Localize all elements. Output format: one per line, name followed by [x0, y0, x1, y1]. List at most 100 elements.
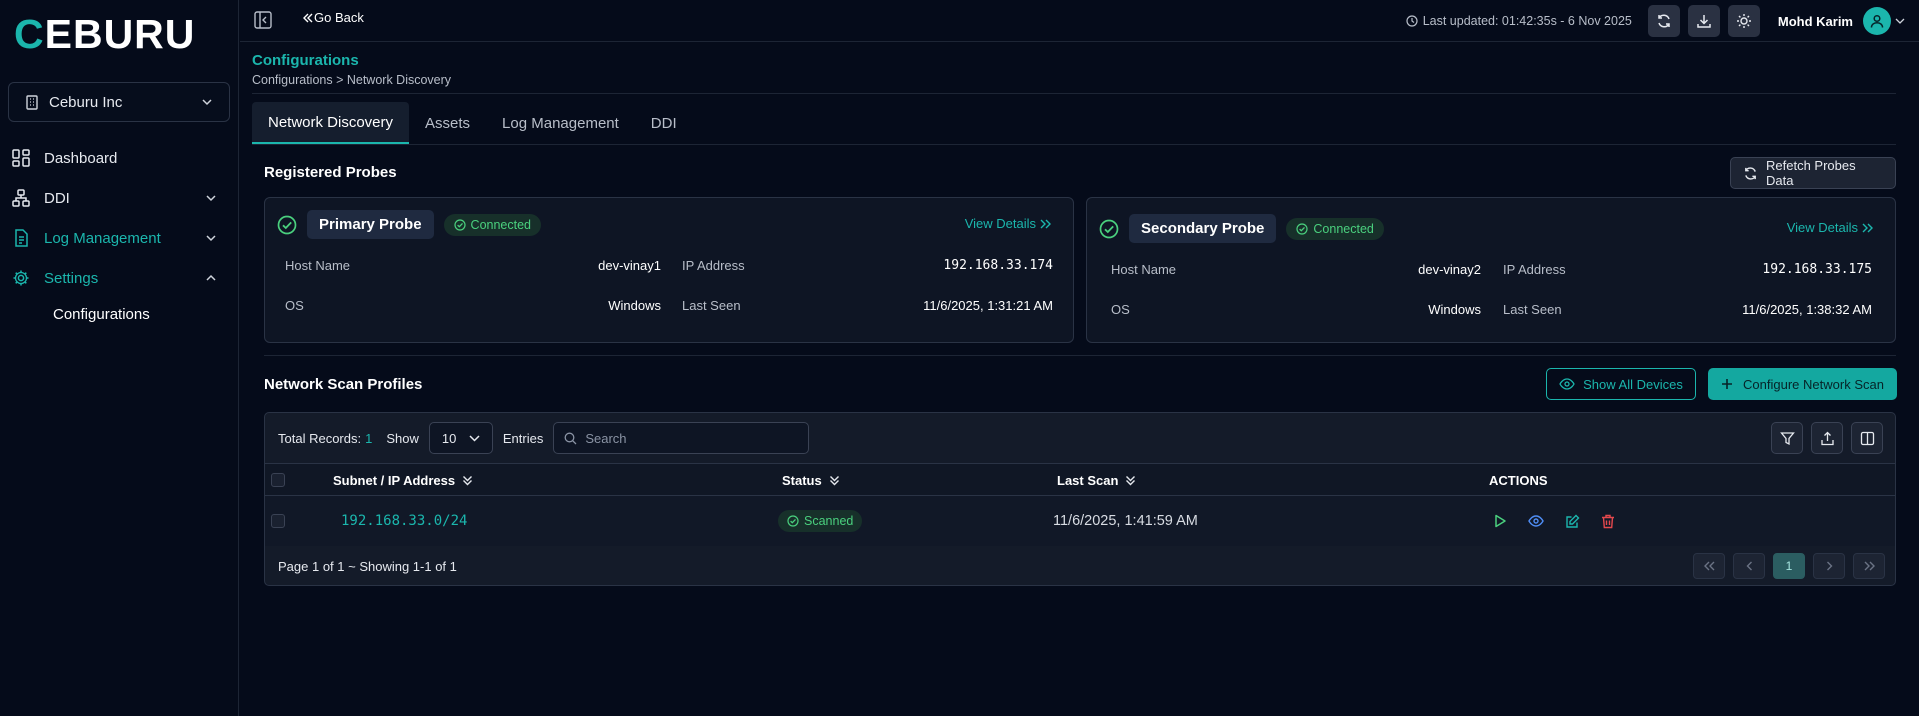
- status-text: Connected: [1313, 221, 1374, 236]
- page-size-select[interactable]: 10: [428, 422, 493, 454]
- chevron-up-icon: [205, 274, 217, 282]
- avatar: [1863, 7, 1891, 35]
- export-button[interactable]: [1811, 422, 1843, 454]
- os-value: Windows: [608, 298, 661, 313]
- organization-select[interactable]: Ceburu Inc: [8, 82, 230, 122]
- scan-profiles-table: Total Records: 1 Show 10 Entries Search …: [264, 412, 1896, 586]
- search-input[interactable]: [585, 430, 786, 446]
- chevron-down-icon: [201, 98, 213, 106]
- os-value: Windows: [1428, 302, 1481, 317]
- ceburu-logo[interactable]: CEBURU: [14, 11, 196, 57]
- chevrons-right-icon: [1864, 561, 1875, 571]
- trash-icon: [1601, 514, 1615, 529]
- first-page-button[interactable]: [1693, 553, 1725, 579]
- last-seen-label: Last Seen: [682, 298, 741, 313]
- logo-letter-c: C: [14, 11, 45, 57]
- row-select-cell: [271, 496, 285, 546]
- user-menu[interactable]: Mohd Karim: [1778, 7, 1905, 35]
- chevron-left-icon: [1746, 561, 1752, 571]
- registered-probes-title: Registered Probes: [264, 164, 397, 181]
- eye-icon: [1528, 515, 1544, 527]
- go-back-link[interactable]: Go Back: [302, 10, 364, 25]
- probe-header: Primary Probe Connected: [277, 210, 542, 239]
- network-scan-profiles-title: Network Scan Profiles: [264, 376, 423, 393]
- last-seen-value: 11/6/2025, 1:31:21 AM: [923, 298, 1053, 313]
- sidebar-item-ddi[interactable]: DDI: [0, 178, 239, 218]
- row-checkbox[interactable]: [271, 514, 285, 528]
- status-badge: Connected: [1286, 217, 1384, 240]
- divider: [264, 355, 1896, 356]
- column-label: Last Scan: [1057, 472, 1119, 488]
- refresh-button[interactable]: [1647, 5, 1680, 37]
- last-scan-cell: 11/6/2025, 1:41:59 AM: [1053, 513, 1198, 529]
- delete-button[interactable]: [1596, 509, 1620, 533]
- edit-button[interactable]: [1560, 509, 1584, 533]
- download-button[interactable]: [1687, 5, 1720, 37]
- column-header-actions: ACTIONS: [1489, 464, 1548, 496]
- column-label: ACTIONS: [1489, 472, 1548, 488]
- subnet-cell[interactable]: 192.168.33.0/24: [341, 496, 467, 546]
- logo-text: EBURU: [44, 11, 196, 57]
- sort-icon: [829, 475, 839, 485]
- column-label: Status: [782, 472, 822, 488]
- actions-cell: [1488, 496, 1632, 546]
- last-seen-value: 11/6/2025, 1:38:32 AM: [1742, 302, 1872, 317]
- column-header-last-scan[interactable]: Last Scan: [1057, 464, 1136, 496]
- last-page-button[interactable]: [1853, 553, 1885, 579]
- sidebar-item-dashboard[interactable]: Dashboard: [0, 138, 239, 178]
- check-circle-icon: [453, 218, 466, 231]
- export-icon: [1820, 431, 1835, 446]
- sidebar-subitem-configurations[interactable]: Configurations: [53, 306, 150, 323]
- check-circle-icon: [277, 215, 297, 235]
- network-icon: [12, 189, 30, 207]
- entries-label: Entries: [502, 430, 544, 446]
- sidebar: CEBURU Ceburu Inc Dashboard DDI Log Mana…: [0, 0, 239, 716]
- ip-address-value: 192.168.33.174: [943, 258, 1053, 273]
- ip-address-label: IP Address: [1503, 262, 1566, 277]
- tab-ddi[interactable]: DDI: [635, 102, 693, 144]
- download-icon: [1696, 13, 1712, 29]
- page-number-button[interactable]: 1: [1773, 553, 1805, 579]
- view-details-link[interactable]: View Details: [965, 216, 1051, 231]
- tab-log-management[interactable]: Log Management: [486, 102, 635, 144]
- check-circle-icon: [787, 515, 799, 527]
- theme-toggle-button[interactable]: [1727, 5, 1760, 37]
- run-scan-button[interactable]: [1488, 509, 1512, 533]
- view-details-label: View Details: [964, 216, 1036, 231]
- sidebar-item-label: Settings: [44, 269, 99, 287]
- sidebar-item-label: Log Management: [44, 229, 161, 247]
- probe-name: Secondary Probe: [1129, 214, 1277, 243]
- show-all-devices-button[interactable]: Show All Devices: [1546, 368, 1696, 400]
- sidebar-toggle-icon[interactable]: [254, 11, 272, 29]
- refetch-probes-button[interactable]: Refetch Probes Data: [1730, 157, 1896, 189]
- column-header-subnet[interactable]: Subnet / IP Address: [333, 464, 473, 496]
- sidebar-item-log-management[interactable]: Log Management: [0, 218, 239, 258]
- view-button[interactable]: [1524, 509, 1548, 533]
- prev-page-button[interactable]: [1733, 553, 1765, 579]
- check-circle-icon: [1099, 219, 1119, 239]
- probe-name: Primary Probe: [307, 210, 434, 239]
- edit-icon: [1565, 514, 1580, 529]
- refresh-icon: [1656, 13, 1672, 29]
- go-back-label: Go Back: [314, 10, 364, 25]
- sort-icon: [1126, 475, 1136, 485]
- columns-button[interactable]: [1851, 422, 1883, 454]
- select-all-checkbox[interactable]: [271, 473, 285, 487]
- column-header-status[interactable]: Status: [782, 464, 840, 496]
- pagination-info: Page 1 of 1 ~ Showing 1-1 of 1: [278, 558, 457, 574]
- organization-name: Ceburu Inc: [49, 93, 123, 111]
- next-page-button[interactable]: [1813, 553, 1845, 579]
- topbar: Go Back Last updated: 01:42:35s - 6 Nov …: [240, 0, 1919, 42]
- sidebar-item-settings[interactable]: Settings: [0, 258, 239, 298]
- clock-icon: [1406, 15, 1418, 27]
- user-name: Mohd Karim: [1777, 13, 1853, 29]
- configure-network-scan-button[interactable]: Configure Network Scan: [1708, 368, 1897, 400]
- tab-assets[interactable]: Assets: [409, 102, 486, 144]
- filter-button[interactable]: [1771, 422, 1803, 454]
- gear-icon: [12, 269, 30, 287]
- tab-network-discovery[interactable]: Network Discovery: [252, 102, 410, 144]
- table-footer: Page 1 of 1 ~ Showing 1-1 of 1 1: [265, 546, 1895, 586]
- plus-icon: [1721, 378, 1733, 390]
- sun-icon: [1736, 13, 1752, 29]
- view-details-link[interactable]: View Details: [1787, 220, 1873, 235]
